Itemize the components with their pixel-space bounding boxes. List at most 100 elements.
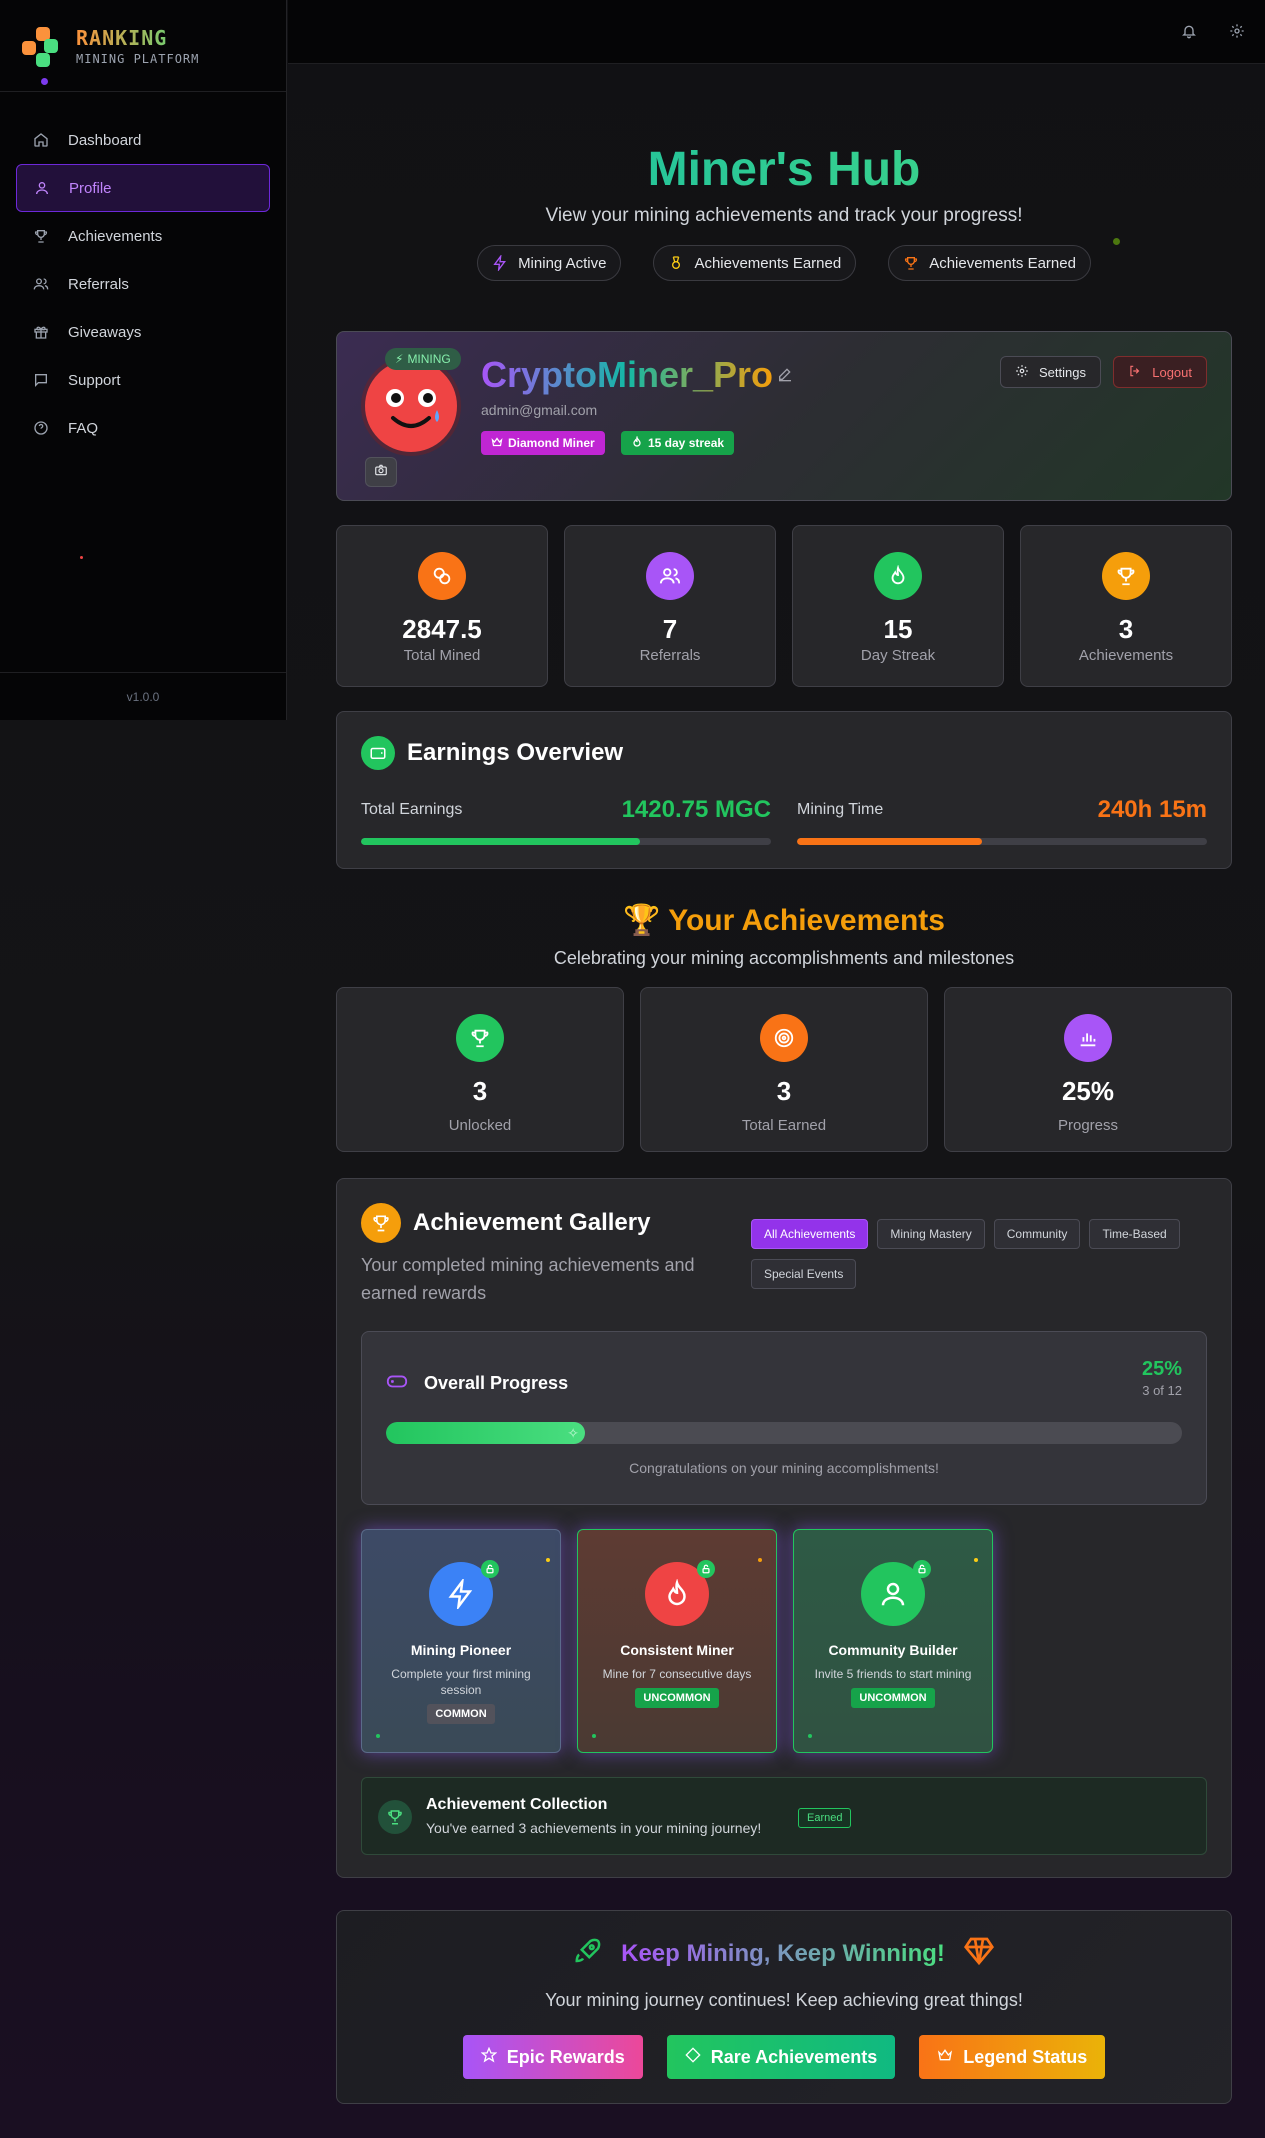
sidebar-item-label: Achievements [68,227,163,245]
trophy-icon [903,255,919,271]
filter-time-based[interactable]: Time-Based [1089,1219,1180,1249]
home-icon [32,131,50,149]
change-avatar-button[interactable] [365,457,397,487]
rocket-icon [573,1936,603,1971]
mining-badge: ⚡ MINING [385,348,461,370]
sidebar-item-achievements[interactable]: Achievements [16,212,270,260]
gamepad-icon [386,1370,408,1397]
mining-time-bar [797,838,1207,845]
sidebar-item-referrals[interactable]: Referrals [16,260,270,308]
sidebar-item-dashboard[interactable]: Dashboard [16,116,270,164]
achievement-name: Community Builder [828,1642,958,1658]
gem-icon [963,1935,995,1972]
users-icon [646,552,694,600]
trophy-icon [361,1203,401,1243]
streak-tag: 15 day streak [621,431,735,455]
achievement-desc: Invite 5 friends to start mining [814,1667,972,1681]
avatar[interactable] [365,360,457,452]
topbar [288,0,1265,64]
achievement-name: Consistent Miner [620,1642,734,1658]
page-title: Miner's Hub [336,142,1232,197]
button-label: Rare Achievements [710,2046,878,2067]
achievement-card-mining-pioneer[interactable]: Mining Pioneer Complete your first minin… [361,1529,561,1753]
stat-referrals: 7 Referrals [564,525,776,687]
page-subtitle: View your mining achievements and track … [545,205,1023,226]
bell-icon[interactable] [1179,21,1199,41]
coins-icon [418,552,466,600]
earned-badge: Earned [798,1808,852,1828]
pill-label: Achievements Earned [694,254,842,272]
achievement-name: Mining Pioneer [410,1642,512,1658]
keep-title: Keep Mining, Keep Winning! [621,1939,945,1967]
brand[interactable]: RANKING MINING PLATFORM [0,0,286,92]
achievement-card-community-builder[interactable]: Community Builder Invite 5 friends to st… [793,1529,993,1753]
gear-icon[interactable] [1227,21,1247,41]
version-label: v1.0.0 [0,672,286,720]
keep-buttons: Epic Rewards Rare Achievements Legend St… [337,2035,1231,2079]
edit-username-icon[interactable] [777,366,793,387]
gallery-title: Achievement Gallery [413,1209,651,1236]
sidebar-item-label: Profile [69,179,112,197]
lightning-icon [429,1560,499,1626]
overall-percent: 25% [1141,1358,1182,1380]
trophy-icon [378,1800,412,1834]
users-icon [32,275,50,293]
achievement-desc: Mine for 7 consecutive days [602,1667,752,1681]
sidebar-item-support[interactable]: Support [16,356,270,404]
stat-value: 15 [883,614,913,644]
keep-mining-banner: Keep Mining, Keep Winning! Your mining j… [336,1910,1232,2104]
main-content: Miner's Hub View your mining achievement… [336,64,1232,2104]
sidebar-item-faq[interactable]: FAQ [16,404,270,452]
rare-achievements-button[interactable]: Rare Achievements [666,2035,896,2079]
keep-subtitle: Your mining journey continues! Keep achi… [545,1990,1023,2010]
epic-rewards-button[interactable]: Epic Rewards [462,2035,643,2079]
pill-label: Mining Active [518,254,607,272]
help-icon [32,419,50,437]
status-pills: Mining Active Achievements Earned Achiev… [336,245,1232,281]
flame-icon [874,552,922,600]
achievement-card-consistent-miner[interactable]: Consistent Miner Mine for 7 consecutive … [577,1529,777,1753]
achievement-desc: Complete your first mining session [391,1667,531,1697]
settings-button[interactable]: Settings [1000,356,1101,388]
stat-label: Referrals [639,647,701,664]
username: CryptoMiner_Pro [481,354,774,395]
overall-count: 3 of 12 [1142,1383,1182,1398]
sidebar-item-profile[interactable]: Profile [16,164,270,212]
achievement-collection: Achievement Collection You've earned 3 a… [361,1777,1207,1855]
filter-all[interactable]: All Achievements [751,1219,869,1249]
stat-label: Achievements [1078,647,1174,664]
sidebar-item-label: FAQ [68,419,99,437]
logout-button[interactable]: Logout [1113,356,1207,388]
filter-community[interactable]: Community [993,1219,1081,1249]
total-earnings-bar [361,838,771,845]
gift-icon [32,323,50,341]
rarity-badge: COMMON [427,1704,495,1724]
sidebar-item-label: Support [68,371,121,389]
user-email: admin@gmail.com [481,402,598,418]
camera-icon [374,463,388,482]
achievements-subtitle: Celebrating your mining accomplishments … [553,948,1015,968]
sidebar-item-label: Giveaways [68,323,142,341]
pill-mining-active: Mining Active [477,245,622,281]
decor-dot [1113,238,1120,245]
mining-badge-label: MINING [407,352,451,366]
achievements-heading: 🏆 Your Achievements Celebrating your min… [336,903,1232,969]
tag-label: 15 day streak [648,436,725,450]
user-icon [33,179,51,197]
tag-label: Diamond Miner [508,436,595,450]
diamond-miner-tag: Diamond Miner [481,431,605,455]
filter-special-events[interactable]: Special Events [751,1259,857,1289]
flame-icon [645,1560,715,1626]
sidebar-item-giveaways[interactable]: Giveaways [16,308,270,356]
sparkle-icon: ✧ [567,1425,579,1441]
total-earnings-label: Total Earnings [361,801,463,818]
ach-stat-progress: 25% Progress [944,987,1232,1152]
filter-mining-mastery[interactable]: Mining Mastery [877,1219,985,1249]
logout-label: Logout [1152,364,1192,380]
unlocked-icon [481,1560,499,1578]
mining-time-value: 240h 15m [1097,796,1207,823]
crown-icon [937,2047,953,2068]
lightning-icon [492,255,508,271]
legend-status-button[interactable]: Legend Status [919,2035,1106,2079]
brand-logo-icon [22,25,64,67]
